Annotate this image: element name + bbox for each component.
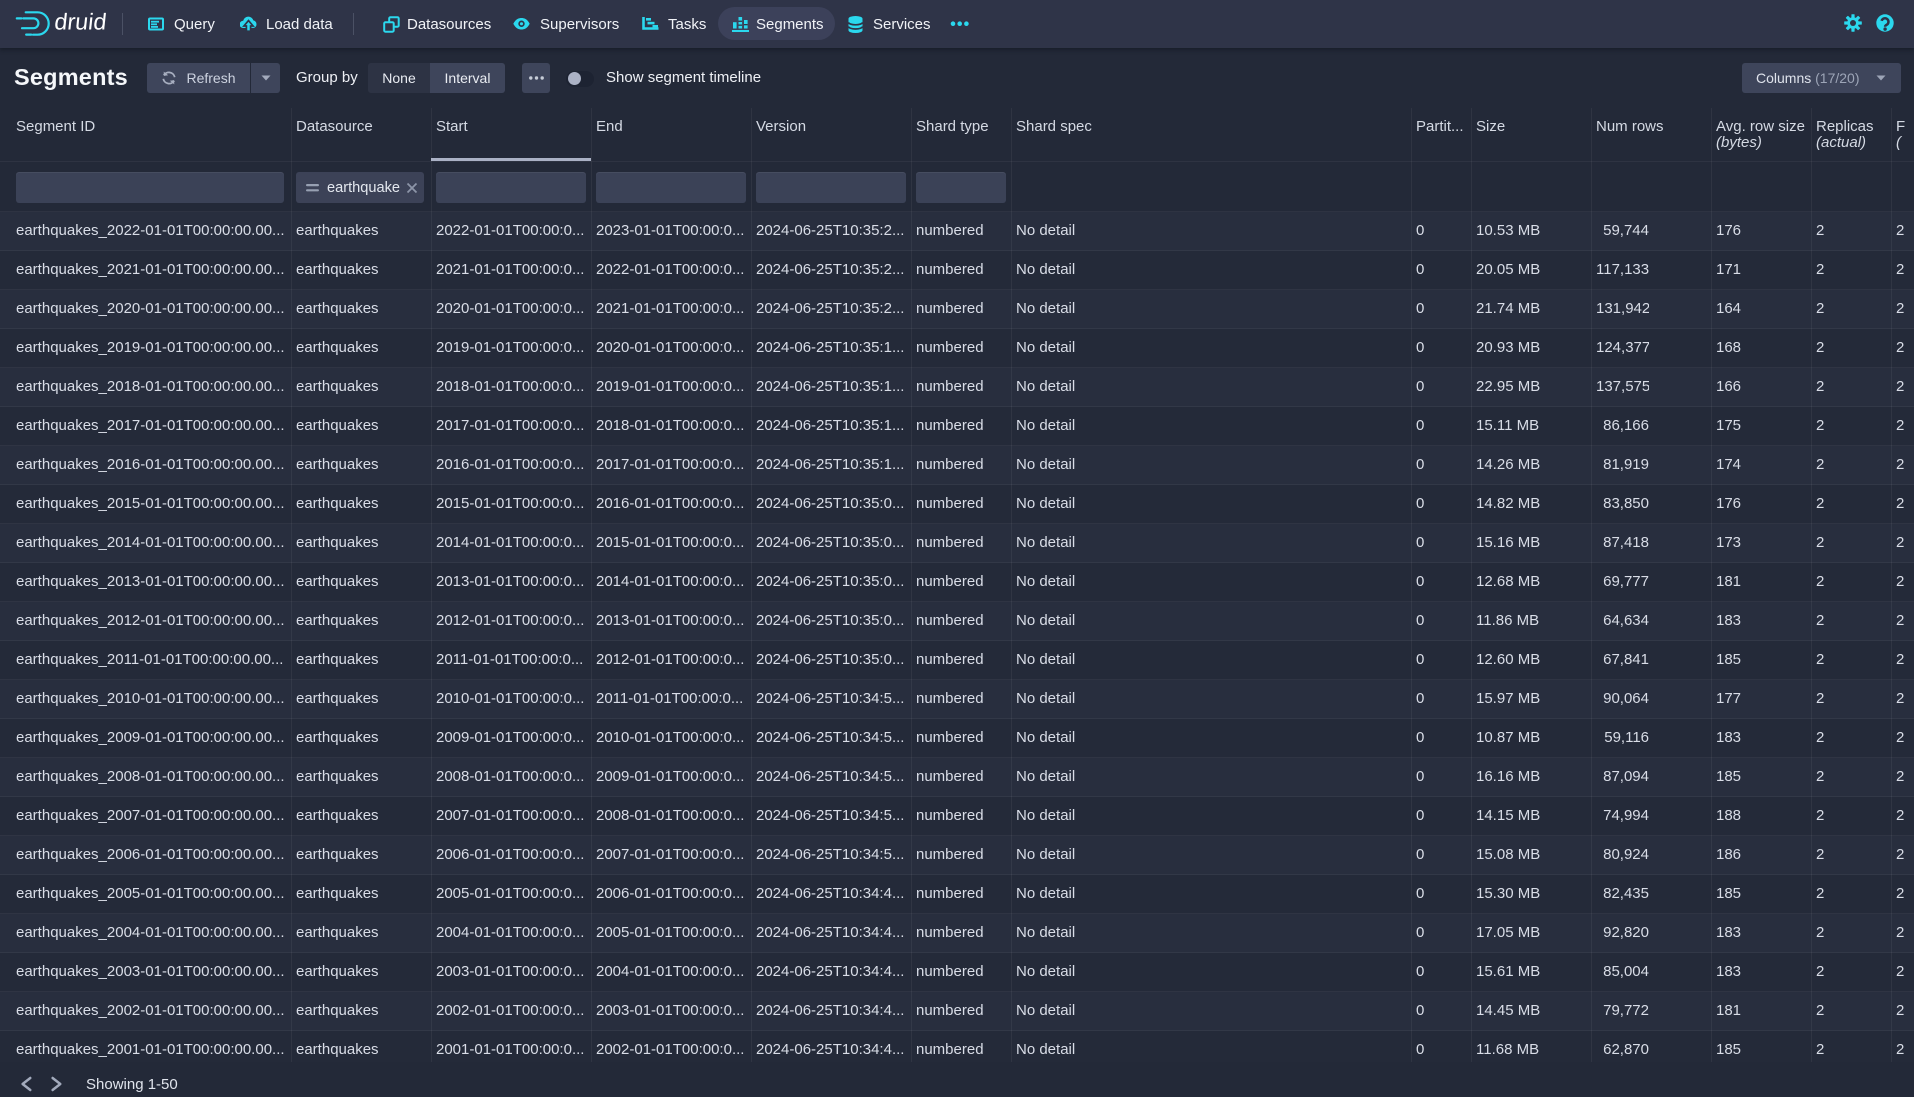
svg-text:druid: druid bbox=[53, 8, 108, 34]
